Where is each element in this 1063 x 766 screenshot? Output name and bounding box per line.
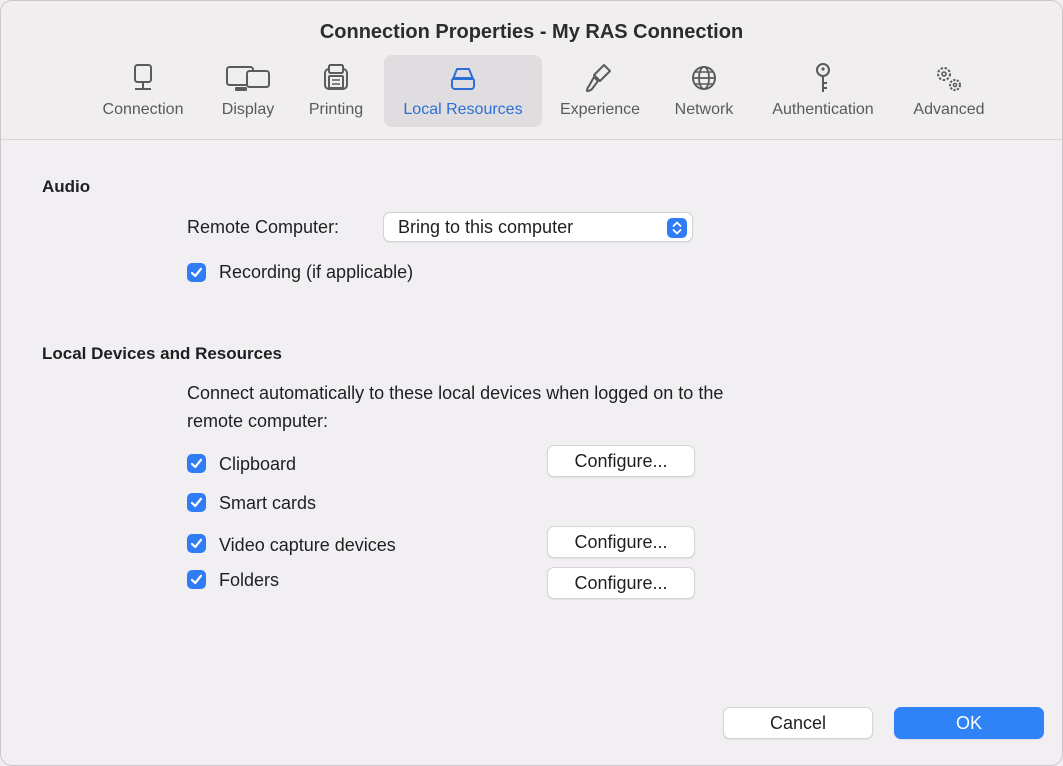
checkmark-icon (190, 497, 203, 508)
titlebar: Connection Properties - My RAS Connectio… (1, 1, 1062, 140)
displays-icon (220, 61, 276, 102)
checkmark-icon (190, 267, 203, 278)
brush-icon (580, 61, 620, 102)
checkmark-icon (190, 458, 203, 469)
devices-section-title: Local Devices and Resources (42, 344, 283, 363)
tab-local-resources[interactable]: Local Resources (384, 55, 542, 127)
remote-computer-label: Remote Computer: (187, 217, 340, 237)
tab-display[interactable]: Display (207, 55, 289, 127)
tab-network[interactable]: Network (663, 55, 745, 127)
ok-button[interactable]: OK (894, 707, 1044, 739)
tab-label: Display (221, 101, 275, 118)
tab-connection[interactable]: Connection (85, 55, 201, 127)
clipboard-label: Clipboard (219, 454, 297, 474)
remote-computer-select[interactable]: Bring to this computer (383, 212, 693, 242)
connection-properties-window: Connection Properties - My RAS Connectio… (0, 0, 1063, 766)
tab-authentication[interactable]: Authentication (755, 55, 891, 127)
cancel-button[interactable]: Cancel (723, 707, 873, 739)
clipboard-checkbox[interactable] (187, 454, 206, 473)
checkmark-icon (190, 538, 203, 549)
monitor-icon (123, 61, 163, 102)
globe-icon (684, 61, 724, 102)
drive-icon (443, 61, 483, 102)
video-capture-label: Video capture devices (219, 535, 396, 555)
folders-label: Folders (219, 570, 280, 590)
tab-label: Authentication (772, 101, 874, 118)
tab-label: Network (674, 101, 734, 118)
remote-computer-value: Bring to this computer (398, 217, 574, 237)
tab-advanced[interactable]: Advanced (901, 55, 997, 127)
tab-label: Experience (559, 101, 641, 118)
gears-icon (929, 61, 969, 102)
window-title: Connection Properties - My RAS Connectio… (319, 21, 744, 43)
smart-cards-checkbox[interactable] (187, 493, 206, 512)
folders-checkbox[interactable] (187, 570, 206, 589)
tab-label: Local Resources (403, 101, 523, 118)
devices-description-line1: Connect automatically to these local dev… (187, 383, 724, 403)
smart-cards-label: Smart cards (219, 493, 317, 513)
audio-section-title: Audio (42, 177, 91, 196)
tab-experience[interactable]: Experience (547, 55, 653, 127)
chevron-up-down-icon (667, 218, 687, 238)
key-icon (803, 61, 843, 102)
recording-label: Recording (if applicable) (219, 262, 414, 282)
tab-label: Connection (102, 101, 184, 118)
video-capture-checkbox[interactable] (187, 534, 206, 553)
video-capture-configure-button[interactable]: Configure... (547, 526, 695, 558)
tab-label: Advanced (913, 101, 985, 118)
tab-label: Printing (308, 101, 364, 118)
folders-configure-button[interactable]: Configure... (547, 567, 695, 599)
recording-checkbox[interactable] (187, 263, 206, 282)
checkmark-icon (190, 574, 203, 585)
devices-description-line2: remote computer: (187, 411, 329, 431)
clipboard-configure-button[interactable]: Configure... (547, 445, 695, 477)
printer-icon (316, 61, 356, 102)
tab-printing[interactable]: Printing (295, 55, 377, 127)
